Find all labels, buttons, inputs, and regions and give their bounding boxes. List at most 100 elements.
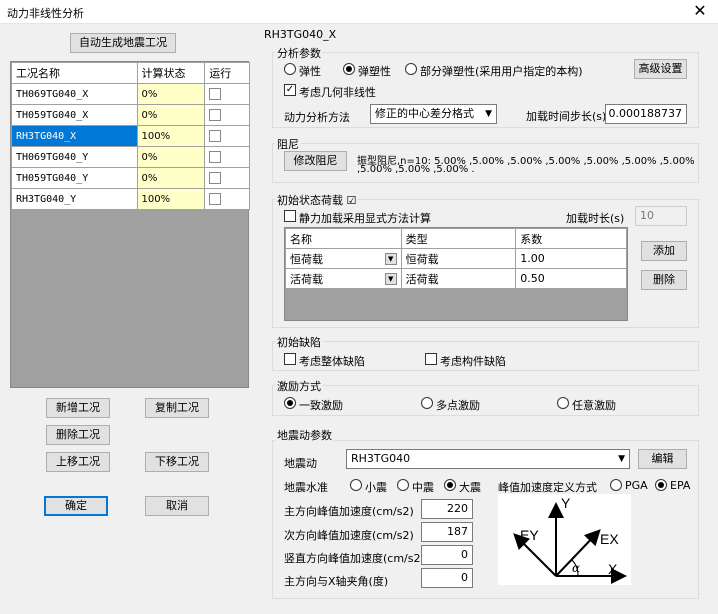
multi-point-excitation-radio[interactable] (421, 397, 433, 409)
load-type-cell: 活荷载 (400, 268, 517, 289)
diagram-ey-label: EY (520, 527, 539, 543)
explicit-method-checkbox[interactable] (284, 210, 296, 222)
case-name[interactable]: RH3TG040_X (11, 125, 138, 147)
epa-label: EPA (670, 479, 691, 492)
case-name[interactable]: TH059TG040_Y (11, 167, 138, 189)
axis-diagram: Y X EY EX α (498, 494, 631, 585)
run-checkbox[interactable] (209, 130, 222, 142)
main-peak-label: 主方向峰值加速度(cm/s2) (284, 505, 414, 518)
medium-earthquake-label: 中震 (412, 481, 434, 494)
case-status: 0% (136, 83, 206, 105)
chevron-down-icon[interactable]: ▼ (384, 252, 397, 265)
load-table: 名称 类型 系数 恒荷载 ▼ 恒荷载 1.00 活荷载 ▼ 活荷载 0.50 (284, 227, 628, 321)
vertical-peak-input[interactable]: 0 (421, 545, 473, 565)
table-row[interactable]: TH059TG040_X 0% (11, 104, 250, 126)
advanced-settings-button[interactable]: 高级设置 (634, 59, 687, 79)
initial-load-group-label: 初始状态荷载 ☑ (275, 192, 359, 208)
global-defect-checkbox[interactable] (284, 353, 296, 365)
edit-motion-button[interactable]: 编辑 (638, 449, 687, 469)
pga-radio[interactable] (610, 479, 622, 491)
run-checkbox[interactable] (209, 151, 222, 163)
load-type-cell: 恒荷载 (400, 248, 517, 269)
case-name[interactable]: TH059TG040_X (11, 104, 138, 126)
angle-label: 主方向与X轴夹角(度) (284, 575, 389, 588)
close-icon[interactable]: ✕ (690, 1, 710, 21)
case-table: 工况名称 计算状态 运行 TH069TG040_X 0% TH059TG040_… (10, 61, 250, 388)
uniform-excitation-label: 一致激励 (299, 399, 343, 412)
column-header-name: 工况名称 (11, 62, 138, 84)
table-row[interactable]: TH059TG040_Y 0% (11, 167, 250, 189)
load-name-cell[interactable]: 活荷载 ▼ (285, 268, 402, 289)
explicit-method-label: 静力加载采用显式方法计算 (299, 212, 431, 225)
elastic-radio[interactable] (284, 63, 296, 75)
step-input[interactable]: 0.000188737 (605, 104, 687, 124)
column-header-load-name: 名称 (285, 228, 402, 249)
load-coef-cell[interactable]: 1.00 (515, 248, 627, 269)
small-earthquake-radio[interactable] (350, 479, 362, 491)
modify-damping-button[interactable]: 修改阻尼 (284, 151, 347, 171)
case-status: 100% (136, 188, 206, 210)
run-checkbox[interactable] (209, 109, 222, 121)
delete-case-button[interactable]: 删除工况 (46, 425, 110, 445)
case-title: RH3TG040_X (264, 28, 337, 41)
ground-motion-group-label: 地震动参数 (275, 427, 334, 443)
copy-case-button[interactable]: 复制工况 (145, 398, 209, 418)
chevron-down-icon: ▼ (485, 109, 492, 119)
epa-radio[interactable] (655, 479, 667, 491)
medium-earthquake-radio[interactable] (397, 479, 409, 491)
table-row[interactable]: RH3TG040_X 100% (11, 125, 250, 147)
duration-label: 加载时长(s) (566, 212, 625, 225)
initial-load-check-icon[interactable]: ☑ (347, 194, 357, 207)
case-name[interactable]: TH069TG040_Y (11, 146, 138, 168)
ok-button[interactable]: 确定 (44, 496, 108, 516)
partial-plastic-radio[interactable] (405, 63, 417, 75)
secondary-peak-label: 次方向峰值加速度(cm/s2) (284, 529, 414, 542)
plastic-radio[interactable] (343, 63, 355, 75)
run-checkbox[interactable] (209, 88, 222, 100)
geo-nonlinear-checkbox[interactable]: ✓ (284, 84, 296, 96)
elastic-label: 弹性 (299, 65, 321, 78)
chevron-down-icon: ▼ (618, 454, 625, 464)
load-coef-cell[interactable]: 0.50 (515, 268, 627, 289)
small-earthquake-label: 小震 (365, 481, 387, 494)
chevron-down-icon[interactable]: ▼ (384, 272, 397, 285)
peak-definition-label: 峰值加速度定义方式 (498, 481, 597, 494)
move-up-button[interactable]: 上移工况 (46, 452, 110, 472)
run-checkbox[interactable] (209, 193, 222, 205)
table-row[interactable]: TH069TG040_Y 0% (11, 146, 250, 168)
load-name-cell[interactable]: 恒荷载 ▼ (285, 248, 402, 269)
duration-input[interactable]: 10 (635, 206, 687, 226)
partial-plastic-label: 部分弹塑性(采用用户指定的本构) (420, 65, 583, 78)
table-row[interactable]: 活荷载 ▼ 活荷载 0.50 (285, 268, 627, 289)
add-case-button[interactable]: 新增工况 (46, 398, 110, 418)
plastic-label: 弹塑性 (358, 65, 391, 78)
angle-input[interactable]: 0 (421, 568, 473, 588)
analysis-group-label: 分析参数 (275, 45, 323, 61)
diagram-ex-label: EX (600, 531, 619, 547)
method-select[interactable]: 修正的中心差分格式 ▼ (370, 104, 497, 124)
cancel-button[interactable]: 取消 (145, 496, 209, 516)
table-row[interactable]: TH069TG040_X 0% (11, 83, 250, 105)
case-name[interactable]: RH3TG040_Y (11, 188, 138, 210)
run-checkbox[interactable] (209, 172, 222, 184)
move-down-button[interactable]: 下移工况 (145, 452, 209, 472)
secondary-peak-input[interactable]: 187 (421, 522, 473, 542)
window-title: 动力非线性分析 (7, 7, 84, 20)
member-defect-checkbox[interactable] (425, 353, 437, 365)
column-header-run: 运行 (204, 62, 250, 84)
case-name[interactable]: TH069TG040_X (11, 83, 138, 105)
axis-diagram-icon: Y X EY EX α (513, 495, 627, 584)
auto-generate-cases-button[interactable]: 自动生成地震工况 (70, 33, 176, 53)
uniform-excitation-radio[interactable] (284, 397, 296, 409)
table-row[interactable]: 恒荷载 ▼ 恒荷载 1.00 (285, 248, 627, 269)
geo-nonlinear-label: 考虑几何非线性 (299, 86, 376, 99)
ground-motion-select[interactable]: RH3TG040 ▼ (346, 449, 630, 469)
large-earthquake-radio[interactable] (444, 479, 456, 491)
arbitrary-excitation-radio[interactable] (557, 397, 569, 409)
main-peak-input[interactable]: 220 (421, 499, 473, 519)
delete-load-button[interactable]: 删除 (641, 270, 687, 290)
add-load-button[interactable]: 添加 (641, 241, 687, 261)
table-row[interactable]: RH3TG040_Y 100% (11, 188, 250, 210)
large-earthquake-label: 大震 (459, 481, 481, 494)
ground-motion-value: RH3TG040 (351, 452, 411, 465)
